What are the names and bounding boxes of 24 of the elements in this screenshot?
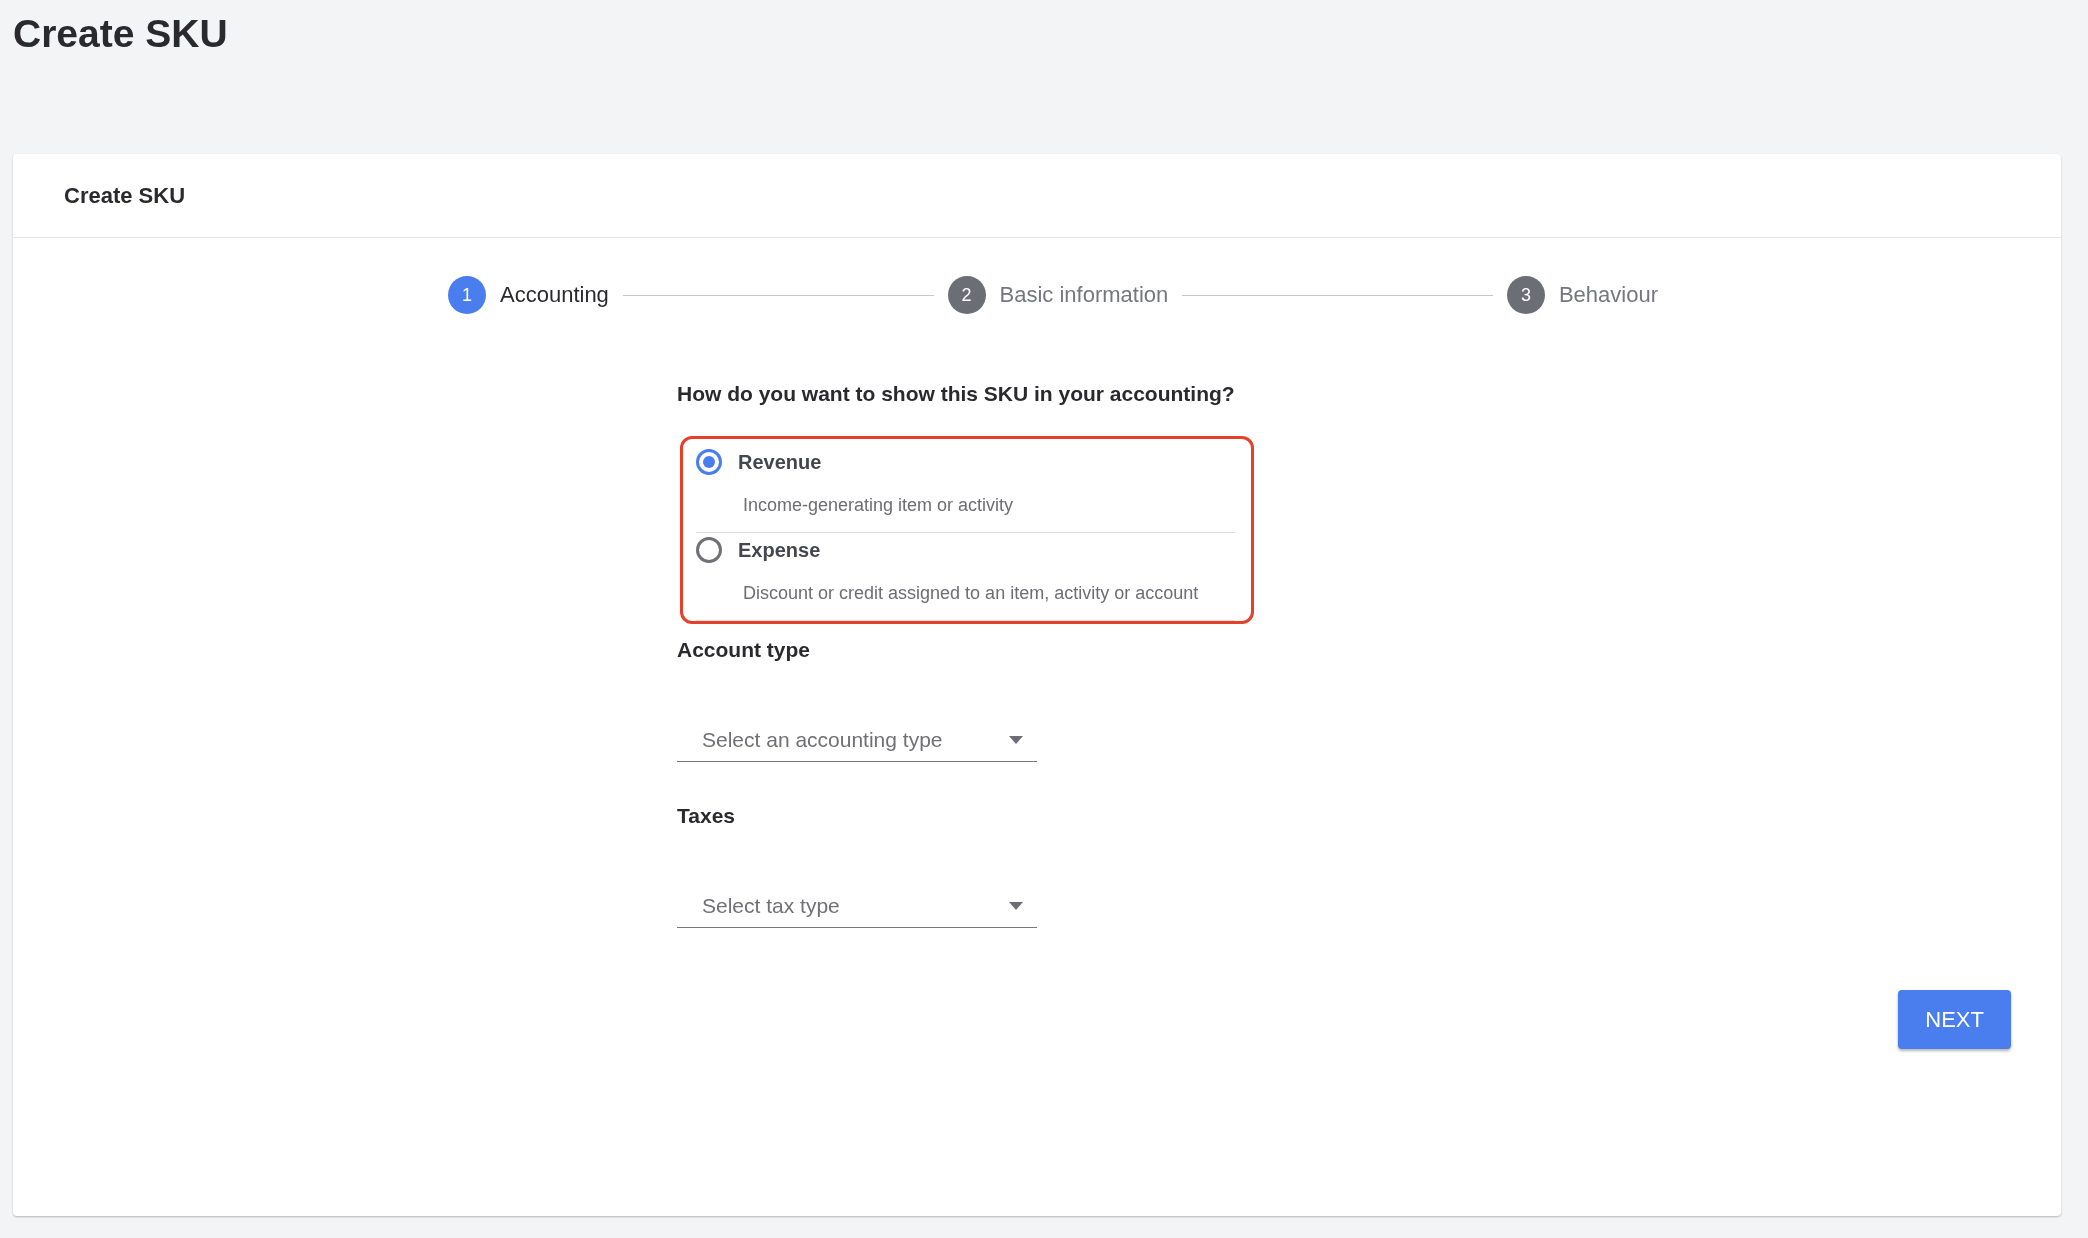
question-text: How do you want to show this SKU in your accounting? xyxy=(677,382,1235,406)
radio-label[interactable]: Revenue xyxy=(738,450,822,474)
radio-button[interactable] xyxy=(696,449,722,475)
step-number[interactable]: 2 xyxy=(947,276,986,314)
caret-icon xyxy=(1009,735,1023,744)
step-number[interactable]: 1 xyxy=(448,276,486,314)
page-title: Create SKU xyxy=(13,11,229,57)
step-label[interactable]: Basic information xyxy=(999,282,1169,308)
step-number[interactable]: 3 xyxy=(1506,276,1545,314)
select-field[interactable]: Select an accounting type xyxy=(677,718,1037,762)
select-field[interactable]: Select tax type xyxy=(677,884,1037,928)
select-placeholder: Select tax type xyxy=(702,893,840,918)
radio-label[interactable]: Expense xyxy=(738,538,821,562)
next-button[interactable]: NEXT xyxy=(1898,990,2011,1049)
step-label[interactable]: Behaviour xyxy=(1558,282,1658,308)
radio-button[interactable] xyxy=(696,537,722,563)
field-label: Taxes xyxy=(677,804,735,828)
card-title: Create SKU xyxy=(64,182,186,209)
caret-icon xyxy=(1009,901,1023,910)
step-label[interactable]: Accounting xyxy=(500,282,609,308)
field-label: Account type xyxy=(677,638,810,662)
option-description: Income-generating item or activity xyxy=(743,495,1015,516)
select-placeholder: Select an accounting type xyxy=(702,727,943,752)
option-description: Discount or credit assigned to an item, activity or account xyxy=(743,583,1200,604)
